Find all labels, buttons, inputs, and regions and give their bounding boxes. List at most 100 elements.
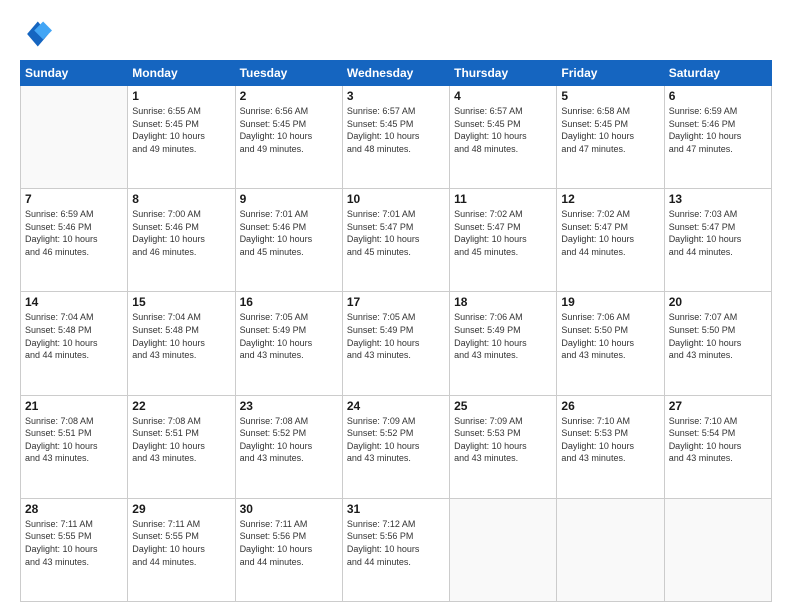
day-number: 29 [132, 502, 230, 516]
day-number: 4 [454, 89, 552, 103]
calendar-cell [450, 498, 557, 601]
calendar-cell: 24 Sunrise: 7:09 AM Sunset: 5:52 PM Dayli… [342, 395, 449, 498]
calendar-cell: 5 Sunrise: 6:58 AM Sunset: 5:45 PM Daylig… [557, 86, 664, 189]
weekday-header-monday: Monday [128, 61, 235, 86]
day-info: Sunrise: 7:05 AM Sunset: 5:49 PM Dayligh… [347, 311, 445, 361]
day-number: 3 [347, 89, 445, 103]
weekday-header-saturday: Saturday [664, 61, 771, 86]
day-info: Sunrise: 7:02 AM Sunset: 5:47 PM Dayligh… [561, 208, 659, 258]
weekday-header-sunday: Sunday [21, 61, 128, 86]
calendar-cell: 23 Sunrise: 7:08 AM Sunset: 5:52 PM Dayli… [235, 395, 342, 498]
day-number: 8 [132, 192, 230, 206]
day-number: 28 [25, 502, 123, 516]
day-info: Sunrise: 7:11 AM Sunset: 5:55 PM Dayligh… [132, 518, 230, 568]
day-info: Sunrise: 7:07 AM Sunset: 5:50 PM Dayligh… [669, 311, 767, 361]
calendar-cell: 30Sunrise: 7:11 AM Sunset: 5:56 PM Dayli… [235, 498, 342, 601]
day-number: 9 [240, 192, 338, 206]
day-number: 16 [240, 295, 338, 309]
day-info: Sunrise: 7:12 AM Sunset: 5:56 PM Dayligh… [347, 518, 445, 568]
day-info: Sunrise: 7:09 AM Sunset: 5:52 PM Dayligh… [347, 415, 445, 465]
calendar-cell: 12 Sunrise: 7:02 AM Sunset: 5:47 PM Dayli… [557, 189, 664, 292]
day-info: Sunrise: 6:59 AM Sunset: 5:46 PM Dayligh… [669, 105, 767, 155]
day-info: Sunrise: 7:06 AM Sunset: 5:50 PM Dayligh… [561, 311, 659, 361]
calendar-cell: 3Sunrise: 6:57 AM Sunset: 5:45 PM Daylig… [342, 86, 449, 189]
weekday-header-thursday: Thursday [450, 61, 557, 86]
calendar-week-2: 7 Sunrise: 6:59 AM Sunset: 5:46 PM Daylig… [21, 189, 772, 292]
day-number: 13 [669, 192, 767, 206]
day-info: Sunrise: 7:01 AM Sunset: 5:47 PM Dayligh… [347, 208, 445, 258]
calendar-cell: 21Sunrise: 7:08 AM Sunset: 5:51 PM Dayli… [21, 395, 128, 498]
day-number: 12 [561, 192, 659, 206]
page: SundayMondayTuesdayWednesdayThursdayFrid… [0, 0, 792, 612]
day-info: Sunrise: 7:00 AM Sunset: 5:46 PM Dayligh… [132, 208, 230, 258]
day-info: Sunrise: 7:11 AM Sunset: 5:55 PM Dayligh… [25, 518, 123, 568]
calendar-cell: 4 Sunrise: 6:57 AM Sunset: 5:45 PM Daylig… [450, 86, 557, 189]
day-number: 17 [347, 295, 445, 309]
calendar-cell: 7 Sunrise: 6:59 AM Sunset: 5:46 PM Daylig… [21, 189, 128, 292]
day-number: 21 [25, 399, 123, 413]
weekday-header-row: SundayMondayTuesdayWednesdayThursdayFrid… [21, 61, 772, 86]
day-info: Sunrise: 7:02 AM Sunset: 5:47 PM Dayligh… [454, 208, 552, 258]
day-number: 20 [669, 295, 767, 309]
day-info: Sunrise: 6:58 AM Sunset: 5:45 PM Dayligh… [561, 105, 659, 155]
calendar-cell: 20 Sunrise: 7:07 AM Sunset: 5:50 PM Dayli… [664, 292, 771, 395]
day-number: 1 [132, 89, 230, 103]
calendar-cell: 29 Sunrise: 7:11 AM Sunset: 5:55 PM Dayli… [128, 498, 235, 601]
day-info: Sunrise: 6:55 AM Sunset: 5:45 PM Dayligh… [132, 105, 230, 155]
calendar-table: SundayMondayTuesdayWednesdayThursdayFrid… [20, 60, 772, 602]
day-number: 10 [347, 192, 445, 206]
calendar-cell: 31 Sunrise: 7:12 AM Sunset: 5:56 PM Dayli… [342, 498, 449, 601]
calendar-cell: 22Sunrise: 7:08 AM Sunset: 5:51 PM Dayli… [128, 395, 235, 498]
day-info: Sunrise: 6:56 AM Sunset: 5:45 PM Dayligh… [240, 105, 338, 155]
day-number: 18 [454, 295, 552, 309]
weekday-header-tuesday: Tuesday [235, 61, 342, 86]
day-info: Sunrise: 7:08 AM Sunset: 5:51 PM Dayligh… [132, 415, 230, 465]
calendar-cell: 19 Sunrise: 7:06 AM Sunset: 5:50 PM Dayli… [557, 292, 664, 395]
calendar-cell [664, 498, 771, 601]
day-number: 23 [240, 399, 338, 413]
day-info: Sunrise: 7:03 AM Sunset: 5:47 PM Dayligh… [669, 208, 767, 258]
day-number: 31 [347, 502, 445, 516]
calendar-cell: 9Sunrise: 7:01 AM Sunset: 5:46 PM Daylig… [235, 189, 342, 292]
day-number: 15 [132, 295, 230, 309]
header [20, 18, 772, 50]
day-number: 25 [454, 399, 552, 413]
calendar-cell: 28 Sunrise: 7:11 AM Sunset: 5:55 PM Dayli… [21, 498, 128, 601]
day-number: 26 [561, 399, 659, 413]
day-info: Sunrise: 7:04 AM Sunset: 5:48 PM Dayligh… [132, 311, 230, 361]
day-number: 19 [561, 295, 659, 309]
calendar-cell: 8 Sunrise: 7:00 AM Sunset: 5:46 PM Daylig… [128, 189, 235, 292]
day-info: Sunrise: 7:08 AM Sunset: 5:52 PM Dayligh… [240, 415, 338, 465]
logo [20, 18, 56, 50]
day-number: 24 [347, 399, 445, 413]
calendar-cell [21, 86, 128, 189]
calendar-cell: 14Sunrise: 7:04 AM Sunset: 5:48 PM Dayli… [21, 292, 128, 395]
day-number: 11 [454, 192, 552, 206]
day-number: 5 [561, 89, 659, 103]
calendar-cell: 13 Sunrise: 7:03 AM Sunset: 5:47 PM Dayli… [664, 189, 771, 292]
day-info: Sunrise: 6:59 AM Sunset: 5:46 PM Dayligh… [25, 208, 123, 258]
day-number: 6 [669, 89, 767, 103]
day-info: Sunrise: 7:10 AM Sunset: 5:53 PM Dayligh… [561, 415, 659, 465]
calendar-cell: 25Sunrise: 7:09 AM Sunset: 5:53 PM Dayli… [450, 395, 557, 498]
day-info: Sunrise: 7:05 AM Sunset: 5:49 PM Dayligh… [240, 311, 338, 361]
day-info: Sunrise: 6:57 AM Sunset: 5:45 PM Dayligh… [454, 105, 552, 155]
calendar-week-3: 14Sunrise: 7:04 AM Sunset: 5:48 PM Dayli… [21, 292, 772, 395]
day-info: Sunrise: 7:10 AM Sunset: 5:54 PM Dayligh… [669, 415, 767, 465]
calendar-cell: 27 Sunrise: 7:10 AM Sunset: 5:54 PM Dayli… [664, 395, 771, 498]
day-info: Sunrise: 7:11 AM Sunset: 5:56 PM Dayligh… [240, 518, 338, 568]
day-number: 7 [25, 192, 123, 206]
calendar-cell: 1 Sunrise: 6:55 AM Sunset: 5:45 PM Daylig… [128, 86, 235, 189]
calendar-cell: 6 Sunrise: 6:59 AM Sunset: 5:46 PM Daylig… [664, 86, 771, 189]
calendar-week-5: 28 Sunrise: 7:11 AM Sunset: 5:55 PM Dayli… [21, 498, 772, 601]
logo-icon [20, 18, 52, 50]
calendar-week-1: 1 Sunrise: 6:55 AM Sunset: 5:45 PM Daylig… [21, 86, 772, 189]
calendar-cell [557, 498, 664, 601]
weekday-header-friday: Friday [557, 61, 664, 86]
calendar-cell: 18Sunrise: 7:06 AM Sunset: 5:49 PM Dayli… [450, 292, 557, 395]
weekday-header-wednesday: Wednesday [342, 61, 449, 86]
calendar-cell: 2Sunrise: 6:56 AM Sunset: 5:45 PM Daylig… [235, 86, 342, 189]
day-number: 27 [669, 399, 767, 413]
calendar-cell: 11 Sunrise: 7:02 AM Sunset: 5:47 PM Dayli… [450, 189, 557, 292]
calendar-cell: 17 Sunrise: 7:05 AM Sunset: 5:49 PM Dayli… [342, 292, 449, 395]
